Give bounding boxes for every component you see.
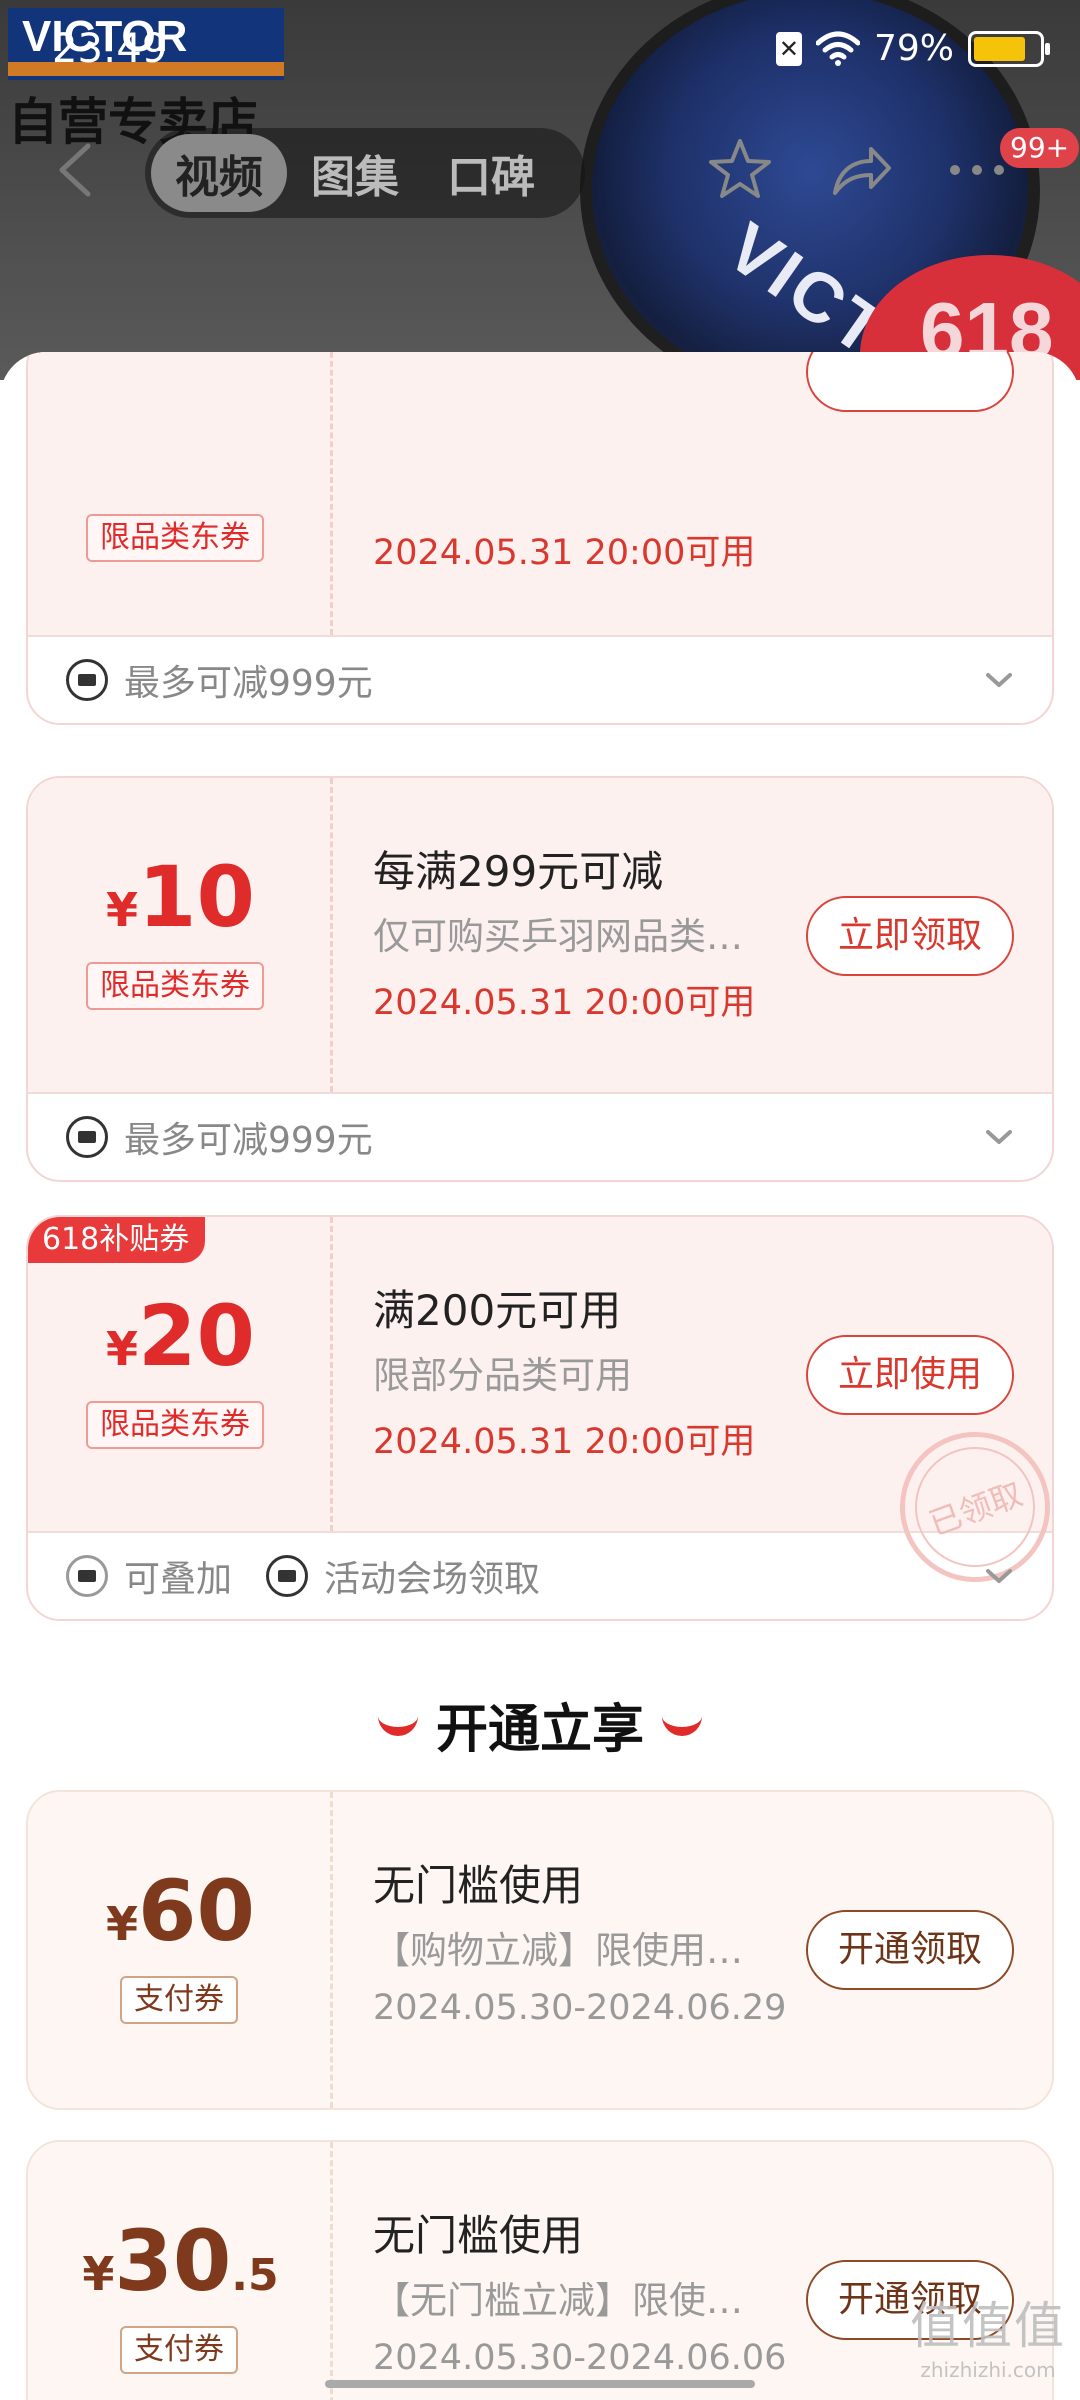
pay-coupon-card: ¥30.5 支付券 无门槛使用 【无门槛立减】限使… 2024.05.30-20… <box>26 2140 1054 2400</box>
home-indicator[interactable] <box>325 2380 755 2388</box>
coupon-title: 满200元可用 <box>373 1286 622 1335</box>
coupon-type-tag: 支付券 <box>120 2326 238 2374</box>
coupon-action-button[interactable] <box>806 352 1014 412</box>
coupon-valid-date: 2024.05.31 20:00可用 <box>373 1422 756 1462</box>
coupon-valid-date: 2024.05.31 20:00可用 <box>373 983 756 1023</box>
battery-icon <box>968 30 1050 67</box>
max-discount-text: 最多可减999元 <box>124 663 373 704</box>
coupon-amount: ¥30.5 <box>28 2212 333 2310</box>
max-discount-info: 最多可减999元 <box>66 1111 373 1163</box>
coupon-body: 618补贴券 ¥20 限品类东券 满200元可用 限部分品类可用 2024.05… <box>28 1217 1052 1604</box>
amount-value: 60 <box>138 1862 255 1960</box>
coupon-valid-date: 2024.05.30-2024.06.06 <box>373 2338 787 2378</box>
coupon-title: 无门槛使用 <box>373 1861 584 1910</box>
product-header-background: VICT 618 VICTOR 自营专卖店 视频 图集 口碑 99+ 23:49… <box>0 0 1080 380</box>
use-now-button[interactable]: 立即使用 <box>806 1335 1014 1415</box>
coupon-title: 每满299元可减 <box>373 847 664 896</box>
coupon-body: 限品类东券 2024.05.31 20:00可用 <box>28 352 1052 637</box>
subsidy-corner-tag: 618补贴券 <box>28 1217 206 1263</box>
section-title: 开通立享 <box>0 1687 1080 1762</box>
activate-claim-button[interactable]: 开通领取 <box>806 1910 1014 1990</box>
currency-symbol: ¥ <box>82 2247 115 2301</box>
stackable-info: 可叠加 <box>66 1550 232 1602</box>
coupon-type-tag: 限品类东券 <box>86 514 264 562</box>
chevron-down-icon[interactable] <box>984 1122 1014 1152</box>
coupon-card: 618补贴券 ¥20 限品类东券 满200元可用 限部分品类可用 2024.05… <box>26 1215 1054 1621</box>
site-watermark: 值值值 zhizhizhi.com <box>910 2286 1066 2382</box>
tab-video[interactable]: 视频 <box>151 134 287 212</box>
tab-reviews[interactable]: 口碑 <box>423 134 559 212</box>
venue-claim-info: 活动会场领取 <box>266 1550 540 1602</box>
currency-symbol: ¥ <box>106 1897 139 1951</box>
currency-symbol: ¥ <box>106 1322 139 1376</box>
stack-icon <box>66 1555 108 1597</box>
pay-coupon-card: ¥60 支付券 无门槛使用 【购物立减】限使用… 2024.05.30-2024… <box>26 1790 1054 2110</box>
amount-value: 10 <box>138 848 255 946</box>
coupon-subtitle: 限部分品类可用 <box>373 1354 632 1397</box>
no-sim-icon: ✕ <box>775 31 802 66</box>
coupon-valid-date: 2024.05.30-2024.06.29 <box>373 1988 787 2028</box>
amount-decimal: .5 <box>231 2250 279 2301</box>
coupon-type-tag: 限品类东券 <box>86 1401 264 1449</box>
tab-gallery[interactable]: 图集 <box>287 134 423 212</box>
battery-percent: 79% <box>873 28 954 69</box>
share-icon[interactable] <box>825 135 895 205</box>
coupon-body: ¥60 支付券 无门槛使用 【购物立减】限使用… 2024.05.30-2024… <box>28 1792 1052 2108</box>
coupon-title: 无门槛使用 <box>373 2211 584 2260</box>
decor-smile-icon <box>377 1714 418 1736</box>
watermark-url: zhizhizhi.com <box>920 2358 1056 2382</box>
max-discount-text: 最多可减999元 <box>124 1120 373 1161</box>
amount-value: 30 <box>114 2212 232 2310</box>
status-bar: 23:49 ✕ 79% <box>0 0 1080 100</box>
coupon-icon <box>266 1555 309 1597</box>
amount-value: 20 <box>138 1287 255 1385</box>
status-indicators: ✕ 79% <box>775 28 1050 69</box>
coupon-subtitle: 仅可购买乒羽网品类… <box>373 915 743 958</box>
chevron-down-icon[interactable] <box>984 665 1014 695</box>
coupon-icon <box>66 659 108 701</box>
coupon-card: 限品类东券 2024.05.31 20:00可用 最多可减999元 <box>26 352 1054 725</box>
wifi-icon <box>815 31 860 66</box>
stackable-text: 可叠加 <box>124 1559 233 1600</box>
coupon-icon <box>66 1116 108 1158</box>
favorite-star-icon[interactable] <box>705 135 775 205</box>
coupon-footer[interactable]: 最多可减999元 <box>28 1094 1052 1180</box>
coupon-subtitle: 【购物立减】限使用… <box>373 1929 743 1972</box>
coupon-body: ¥30.5 支付券 无门槛使用 【无门槛立减】限使… 2024.05.30-20… <box>28 2142 1052 2400</box>
claim-now-button[interactable]: 立即领取 <box>806 896 1014 976</box>
media-tab-switcher: 视频 图集 口碑 <box>145 128 585 218</box>
coupon-amount-area <box>28 352 333 635</box>
back-arrow-icon[interactable] <box>52 140 96 200</box>
max-discount-info: 最多可减999元 <box>66 654 373 706</box>
coupon-sheet: 优惠 限品类东券 2024.05.31 20:00可用 最多可减999元 ¥10 <box>0 352 1080 2400</box>
battery-level-fill <box>974 36 1025 61</box>
coupon-type-tag: 限品类东券 <box>86 962 264 1010</box>
coupon-valid-date: 2024.05.31 20:00可用 <box>373 533 756 573</box>
currency-symbol: ¥ <box>106 883 139 937</box>
coupon-footer[interactable]: 可叠加 活动会场领取 <box>28 1533 1052 1619</box>
decor-smile-icon <box>662 1714 702 1736</box>
coupon-footer[interactable]: 最多可减999元 <box>28 637 1052 723</box>
section-title-text: 开通立享 <box>435 1700 644 1760</box>
watermark-logo: 值值值 <box>910 2297 1066 2355</box>
message-count-badge: 99+ <box>1000 128 1080 168</box>
coupon-amount: ¥10 <box>28 848 333 946</box>
coupon-amount: ¥20 <box>28 1287 333 1385</box>
coupon-body: ¥10 限品类东券 每满299元可减 仅可购买乒羽网品类… 2024.05.31… <box>28 778 1052 1094</box>
coupon-type-tag: 支付券 <box>120 1976 238 2024</box>
coupon-card: ¥10 限品类东券 每满299元可减 仅可购买乒羽网品类… 2024.05.31… <box>26 776 1054 1182</box>
coupon-subtitle: 【无门槛立减】限使… <box>373 2279 743 2322</box>
coupon-amount: ¥60 <box>28 1862 333 1960</box>
clock: 23:49 <box>52 26 168 72</box>
venue-claim-text: 活动会场领取 <box>324 1559 541 1600</box>
chevron-down-icon[interactable] <box>984 1561 1014 1591</box>
